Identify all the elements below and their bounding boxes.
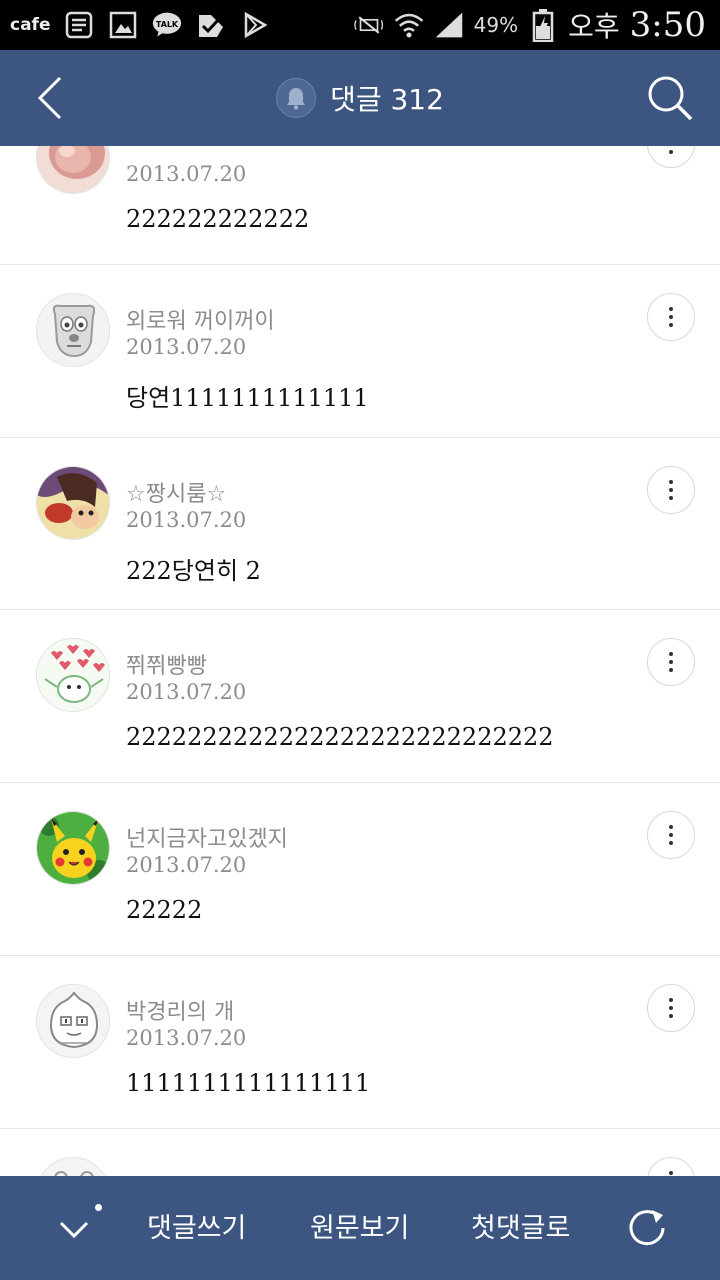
- notes-icon: [64, 10, 94, 40]
- more-options-button[interactable]: [647, 292, 695, 341]
- comment-item: 박경리의 개 2013.07.20 1111111111111111: [0, 955, 720, 1129]
- page-title: 댓글 312: [330, 83, 444, 116]
- comment-author[interactable]: 넌지금자고있겠지: [126, 821, 288, 853]
- status-time: 3:50: [629, 5, 706, 45]
- more-dot-icon: [669, 322, 673, 327]
- avatar[interactable]: [36, 811, 110, 886]
- gallery-icon: [108, 10, 138, 40]
- view-original-button[interactable]: 원문보기: [310, 1206, 409, 1245]
- more-dot-icon: [669, 1013, 673, 1018]
- comment-text: 222222222222: [126, 205, 310, 233]
- battery-percent: 49%: [473, 13, 519, 37]
- comment-author[interactable]: ☆짱시룸☆: [126, 476, 226, 508]
- comment-author[interactable]: 외로워 꺼이꺼이: [126, 303, 275, 335]
- search-button[interactable]: [644, 72, 696, 124]
- more-dot-icon: [669, 487, 673, 492]
- comment-date: 2013.07.20: [126, 853, 247, 878]
- status-ampm: 오후: [568, 10, 620, 43]
- avatar[interactable]: [36, 292, 110, 367]
- avatar[interactable]: [36, 983, 110, 1058]
- kakaotalk-icon: TALK: [152, 10, 182, 40]
- refresh-icon: [629, 1210, 665, 1246]
- write-comment-button[interactable]: 댓글쓰기: [147, 1206, 246, 1245]
- more-dot-icon: [669, 833, 673, 838]
- avatar[interactable]: [36, 465, 110, 540]
- comment-item: ☆짱시룸☆ 2013.07.20 222당연히 2: [0, 437, 720, 611]
- comment-date: 2013.07.20: [126, 162, 247, 186]
- refresh-button[interactable]: [624, 1205, 670, 1251]
- more-dot-icon: [669, 841, 673, 846]
- more-options-button[interactable]: [647, 983, 695, 1032]
- pikachu-avatar-icon: [37, 812, 109, 885]
- more-dot-icon: [669, 306, 673, 311]
- more-options-button[interactable]: [647, 638, 695, 687]
- mute-icon: [353, 10, 384, 40]
- comment-item: 넌지금자고있겠지 2013.07.20 22222: [0, 783, 720, 956]
- more-options-button[interactable]: [647, 811, 695, 860]
- bell-icon: [287, 88, 306, 110]
- comment-item: 쮜쮜빵빵 2013.07.20 222222222222222222222222…: [0, 610, 720, 784]
- notification-bell-button[interactable]: [276, 78, 317, 118]
- more-dot-icon: [669, 1005, 673, 1010]
- comment-date: 2013.07.20: [126, 1025, 247, 1050]
- comment-item: 외로워 꺼이꺼이 2013.07.20 당연1111111111111: [0, 264, 720, 438]
- more-dot-icon: [669, 150, 673, 154]
- status-bar: cafe TALK 49% 오후 3:50: [0, 0, 720, 50]
- cartoon-face-avatar-icon: [37, 466, 109, 539]
- more-dot-icon: [669, 660, 673, 665]
- signal-icon: [434, 10, 464, 40]
- avatar[interactable]: [36, 638, 110, 713]
- battery-icon: [528, 9, 558, 42]
- character-sketch-avatar-icon: [37, 984, 109, 1057]
- more-dot-icon: [669, 652, 673, 657]
- comment-text: 2222222222222222222222222222: [126, 723, 554, 752]
- more-dot-icon: [669, 314, 673, 319]
- chevron-down-icon: [59, 1221, 89, 1239]
- more-dot-icon: [669, 1170, 673, 1175]
- play-store-icon: [240, 10, 270, 40]
- comment-date: 2013.07.20: [126, 334, 247, 359]
- comment-author[interactable]: 박경리의 개: [126, 994, 234, 1026]
- first-comment-button[interactable]: 첫댓글로: [471, 1206, 570, 1245]
- comment-date: 2013.07.20: [126, 680, 247, 705]
- wifi-icon: [394, 10, 424, 40]
- comment-author[interactable]: 쮜쮜빵빵: [126, 648, 207, 680]
- comment-text: 1111111111111111: [126, 1068, 371, 1097]
- comment-list: 2013.07.20 222222222222 외로워 꺼이꺼이 2013.07…: [0, 92, 720, 1280]
- check-icon: [196, 10, 226, 40]
- svg-text:TALK: TALK: [156, 20, 179, 29]
- hearts-avatar-icon: [37, 639, 109, 712]
- dog-sketch-avatar-icon: [37, 293, 109, 366]
- cafe-app-label: cafe: [10, 15, 51, 35]
- header-bar: 댓글 312: [0, 50, 720, 146]
- more-dot-icon: [669, 479, 673, 484]
- more-dot-icon: [669, 825, 673, 830]
- more-dot-icon: [669, 495, 673, 500]
- comment-text: 22222: [126, 896, 203, 925]
- more-options-button[interactable]: [647, 465, 695, 514]
- comment-text: 222당연히 2: [126, 556, 261, 585]
- collapse-button[interactable]: [48, 1204, 100, 1256]
- search-icon: [648, 76, 693, 121]
- more-dot-icon: [669, 668, 673, 673]
- comment-text: 당연1111111111111: [126, 383, 369, 412]
- more-dot-icon: [669, 997, 673, 1002]
- comment-date: 2013.07.20: [126, 507, 247, 532]
- bottom-toolbar: 댓글쓰기 원문보기 첫댓글로: [0, 1176, 720, 1280]
- new-indicator-dot: [95, 1204, 102, 1211]
